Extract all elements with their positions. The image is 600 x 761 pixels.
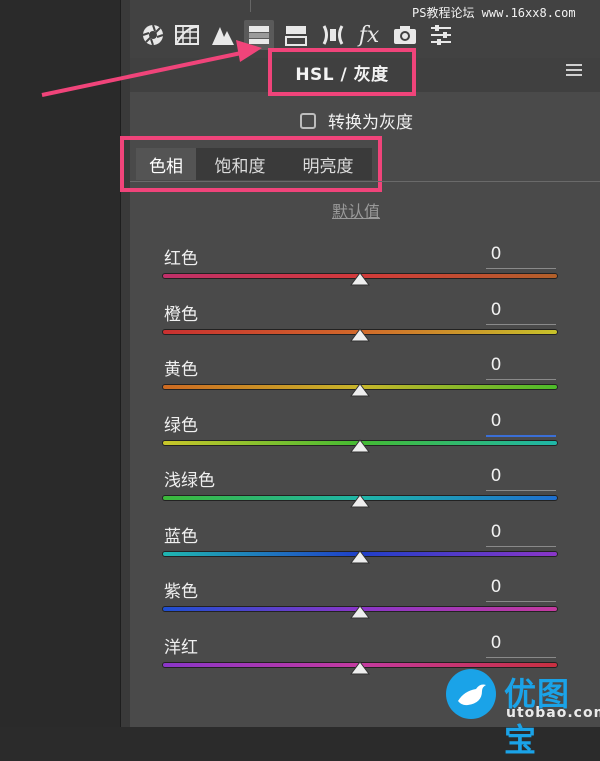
slider-label: 红色 xyxy=(164,249,198,269)
value-underline xyxy=(486,657,556,658)
slider-row: 橙色 0 xyxy=(162,300,558,356)
detail-mountains-icon[interactable] xyxy=(208,20,238,50)
slider-label: 黄色 xyxy=(164,360,198,380)
slider-thumb[interactable] xyxy=(350,439,370,453)
value-underline xyxy=(486,490,556,491)
camera-calibration-icon[interactable] xyxy=(390,20,420,50)
slider-value-input[interactable]: 0 xyxy=(486,355,506,375)
convert-grayscale-checkbox[interactable] xyxy=(300,112,316,129)
value-underline xyxy=(486,379,556,380)
tab-divider xyxy=(130,181,600,182)
tab-luminance[interactable]: 明亮度 xyxy=(284,148,372,180)
presets-sliders-icon[interactable] xyxy=(426,20,456,50)
slider-row: 黄色 0 xyxy=(162,355,558,411)
slider-row: 绿色 0 xyxy=(162,411,558,467)
slider-thumb[interactable] xyxy=(350,494,370,508)
utobao-logo: 优图宝 utobao.com xyxy=(442,667,600,759)
panel-title: HSL / 灰度 xyxy=(295,64,389,85)
slider-thumb[interactable] xyxy=(350,605,370,619)
value-underline xyxy=(486,546,556,547)
slider-value-input[interactable]: 0 xyxy=(486,633,506,653)
slider-row: 红色 0 xyxy=(162,244,558,300)
slider-label: 浅绿色 xyxy=(164,471,215,491)
panel-title-highlight: HSL / 灰度 xyxy=(268,48,416,96)
panel-menu-icon[interactable] xyxy=(566,64,582,78)
slider-value-input[interactable]: 0 xyxy=(486,300,506,320)
effects-fx-label: fx xyxy=(358,22,380,48)
slider-thumb[interactable] xyxy=(350,272,370,286)
convert-grayscale-row[interactable]: 转换为灰度 xyxy=(300,108,413,133)
hsl-grayscale-icon[interactable] xyxy=(244,20,274,50)
slider-label: 紫色 xyxy=(164,582,198,602)
split-toning-icon[interactable] xyxy=(281,20,311,50)
tab-hue[interactable]: 色相 xyxy=(136,148,196,180)
defaults-link[interactable]: 默认值 xyxy=(332,198,380,222)
slider-value-input[interactable]: 0 xyxy=(486,466,506,486)
hsl-tabs: 色相 饱和度 明亮度 xyxy=(136,148,372,180)
value-underline xyxy=(486,324,556,325)
slider-row: 浅绿色 0 xyxy=(162,466,558,522)
convert-grayscale-label: 转换为灰度 xyxy=(328,113,413,133)
slider-row: 紫色 0 xyxy=(162,577,558,633)
slider-label: 洋红 xyxy=(164,638,198,658)
slider-value-input[interactable]: 0 xyxy=(486,244,506,264)
value-underline xyxy=(486,268,556,269)
value-underline xyxy=(486,601,556,602)
lens-corrections-icon[interactable] xyxy=(318,20,348,50)
slider-thumb[interactable] xyxy=(350,661,370,675)
slider-value-input[interactable]: 0 xyxy=(486,411,506,431)
slider-thumb[interactable] xyxy=(350,328,370,342)
watermark-text: PS教程论坛 www.16xx8.com xyxy=(412,6,576,20)
slider-value-input[interactable]: 0 xyxy=(486,522,506,542)
slider-thumb[interactable] xyxy=(350,383,370,397)
aperture-icon[interactable] xyxy=(138,20,168,50)
logo-url: utobao.com xyxy=(506,705,600,721)
canvas-area xyxy=(0,0,120,727)
slider-value-input[interactable]: 0 xyxy=(486,577,506,597)
slider-row: 蓝色 0 xyxy=(162,522,558,578)
effects-fx-icon[interactable]: fx xyxy=(354,20,384,50)
divider xyxy=(250,0,251,12)
value-underline xyxy=(486,435,556,437)
slider-label: 橙色 xyxy=(164,305,198,325)
slider-label: 绿色 xyxy=(164,416,198,436)
slider-thumb[interactable] xyxy=(350,550,370,564)
bird-logo-icon xyxy=(446,669,496,719)
slider-label: 蓝色 xyxy=(164,527,198,547)
tab-saturation[interactable]: 饱和度 xyxy=(196,148,284,180)
tone-curve-icon[interactable] xyxy=(172,20,202,50)
